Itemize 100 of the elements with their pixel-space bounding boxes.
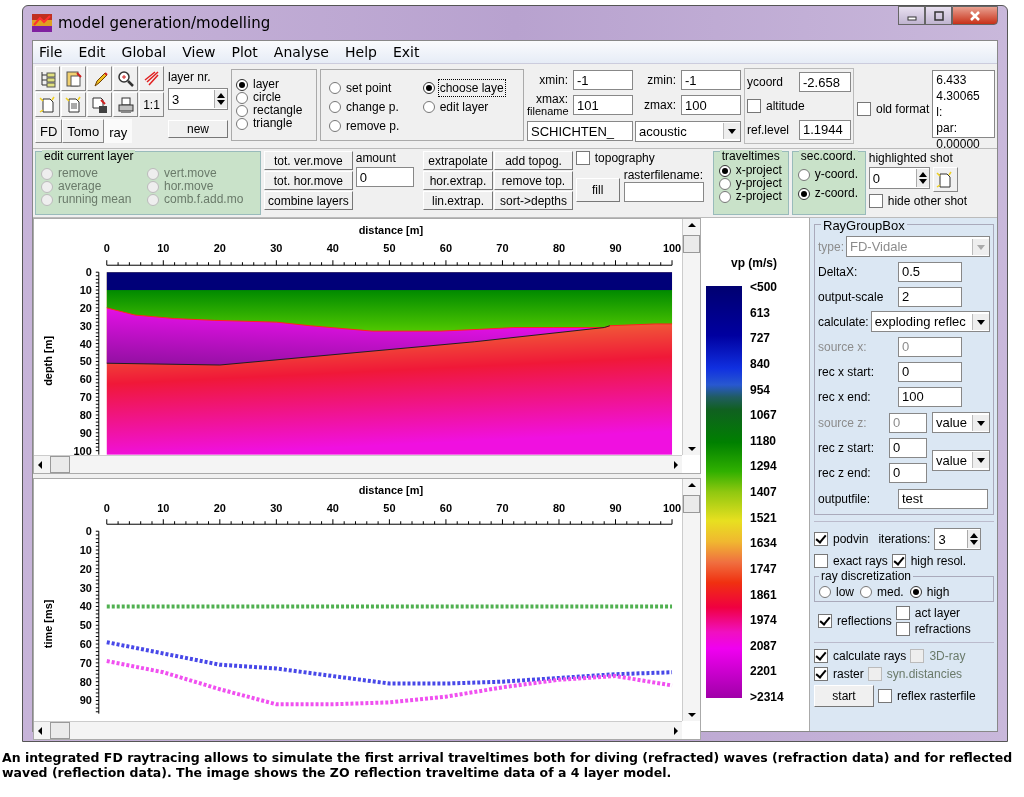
- highlighted-shot-spinner[interactable]: 0: [868, 167, 930, 189]
- xmax-field[interactable]: 101: [573, 95, 633, 115]
- radio-button[interactable]: edit layer: [422, 97, 519, 116]
- refractions-checkbox[interactable]: refractions: [895, 622, 971, 636]
- pencil-button[interactable]: [87, 66, 112, 91]
- menu-item[interactable]: Exit: [392, 44, 420, 60]
- radio-button[interactable]: rectangle: [236, 104, 312, 117]
- move-button[interactable]: combine layers: [264, 191, 353, 210]
- radio-button[interactable]: remove p.: [329, 116, 415, 135]
- ycoord-field[interactable]: -2.658: [799, 72, 851, 93]
- menu-item[interactable]: Global: [121, 44, 167, 60]
- zoom-button[interactable]: [113, 66, 138, 91]
- input-field[interactable]: 0.5: [898, 261, 962, 282]
- move-button[interactable]: tot. hor.move: [264, 171, 353, 190]
- radio-button[interactable]: set point: [329, 78, 415, 97]
- radio-button[interactable]: y-coord.: [797, 168, 860, 181]
- save-button[interactable]: [87, 92, 112, 117]
- new-button[interactable]: new: [168, 120, 228, 138]
- radio-button[interactable]: x-project: [718, 164, 783, 177]
- maximize-button[interactable]: [925, 6, 952, 25]
- radio-button[interactable]: z-project: [718, 190, 783, 203]
- filename-field[interactable]: SCHICHTEN_: [527, 121, 633, 141]
- tree-button[interactable]: [35, 66, 60, 91]
- zmin-field[interactable]: -1: [681, 70, 741, 90]
- hide-other-shot-checkbox[interactable]: hide other shot: [868, 194, 995, 208]
- menu-item[interactable]: Help: [345, 44, 377, 60]
- radio-button[interactable]: low: [819, 585, 854, 599]
- paste-button[interactable]: [61, 66, 86, 91]
- raster-filename-field[interactable]: [623, 182, 704, 202]
- reflections-checkbox[interactable]: reflections: [818, 614, 892, 628]
- minimize-button[interactable]: [898, 6, 925, 25]
- menu-item[interactable]: Plot: [231, 44, 258, 60]
- exact-rays-checkbox[interactable]: exact rays: [814, 554, 888, 568]
- input-field[interactable]: 100: [898, 386, 962, 407]
- medium-dropdown[interactable]: acoustic: [635, 120, 741, 142]
- move-button[interactable]: tot. ver.move: [264, 151, 353, 170]
- radio-button[interactable]: circle: [236, 91, 312, 104]
- topography-checkbox[interactable]: topography: [575, 151, 710, 165]
- extrapolate-button[interactable]: remove top.: [494, 171, 573, 190]
- extrapolate-button[interactable]: hor.extrap.: [422, 171, 494, 190]
- ycoord-label: ycoord: [747, 75, 784, 90]
- print-button[interactable]: [113, 92, 138, 117]
- extrapolate-button[interactable]: extrapolate: [422, 151, 494, 170]
- podvin-checkbox[interactable]: podvin: [814, 532, 869, 546]
- calculate-rays-checkbox[interactable]: calculate rays: [814, 649, 907, 663]
- radio-button[interactable]: y-project: [718, 177, 783, 190]
- value-dropdown[interactable]: value: [932, 449, 990, 471]
- fill-button[interactable]: fill: [575, 178, 620, 202]
- menu-item[interactable]: Edit: [78, 44, 106, 60]
- start-button[interactable]: start: [814, 685, 874, 707]
- vertical-scrollbar[interactable]: [682, 479, 700, 721]
- tick-label: 60: [79, 638, 92, 651]
- raster-checkbox[interactable]: raster: [814, 667, 864, 681]
- radio-button[interactable]: change p.: [329, 97, 415, 116]
- input-field[interactable]: 0: [889, 462, 927, 483]
- reflex-rasterfile-checkbox[interactable]: reflex rasterfile: [878, 689, 976, 703]
- horizontal-scrollbar[interactable]: [34, 721, 682, 739]
- extrapolate-button[interactable]: add topog.: [494, 151, 573, 170]
- input-field[interactable]: 0: [898, 361, 962, 382]
- altitude-checkbox[interactable]: altitude: [747, 99, 851, 113]
- ref-level-field[interactable]: 1.1944: [799, 119, 851, 140]
- vertical-scrollbar[interactable]: [682, 219, 700, 455]
- value-dropdown[interactable]: value: [932, 412, 990, 433]
- new-shot-button[interactable]: [932, 167, 958, 192]
- menu-item[interactable]: Analyse: [273, 44, 329, 60]
- radio-button[interactable]: z-coord.: [797, 187, 860, 200]
- radio-button[interactable]: layer: [236, 78, 312, 91]
- act-layer-checkbox[interactable]: act layer: [895, 606, 971, 620]
- high-resolution-checkbox[interactable]: high resol.: [891, 554, 967, 568]
- amount-field[interactable]: 0: [355, 167, 414, 187]
- mode-tab[interactable]: ray: [104, 119, 133, 143]
- iterations-spinner[interactable]: 3: [934, 528, 982, 550]
- new-file-button[interactable]: [35, 92, 60, 117]
- mode-tab[interactable]: Tomo: [62, 119, 105, 143]
- tick-label: 20: [79, 562, 92, 575]
- extrapolate-button[interactable]: sort->depths: [494, 191, 573, 210]
- input-field[interactable]: 2: [898, 286, 962, 307]
- menu-item[interactable]: File: [39, 44, 63, 60]
- radio-button[interactable]: high: [909, 585, 950, 599]
- menu-item[interactable]: View: [182, 44, 216, 60]
- iterations-label: iterations:: [878, 532, 931, 546]
- extrapolate-button[interactable]: lin.extrap.: [422, 191, 494, 210]
- radio-button[interactable]: triangle: [236, 117, 312, 130]
- input-field[interactable]: 0: [889, 437, 927, 458]
- radio-button[interactable]: choose laye: [422, 78, 519, 97]
- close-button[interactable]: [952, 6, 998, 25]
- zmax-field[interactable]: 100: [681, 95, 741, 115]
- xmin-field[interactable]: -1: [573, 70, 633, 90]
- horizontal-scrollbar[interactable]: [34, 455, 682, 473]
- radio-button[interactable]: med.: [860, 585, 904, 599]
- calculate-dropdown[interactable]: exploding reflec: [870, 311, 990, 332]
- layer-number-spinner[interactable]: 3: [168, 88, 228, 110]
- mode-tab[interactable]: FD: [35, 119, 63, 143]
- maximize-icon: [933, 10, 944, 21]
- output-file-field[interactable]: test: [898, 488, 988, 509]
- tick-label: 20: [213, 502, 226, 515]
- old-format-checkbox[interactable]: old format: [857, 70, 930, 148]
- tick-label: 40: [79, 600, 92, 613]
- scale-button[interactable]: 1:1: [139, 92, 164, 117]
- amount-label: amount: [355, 151, 397, 165]
